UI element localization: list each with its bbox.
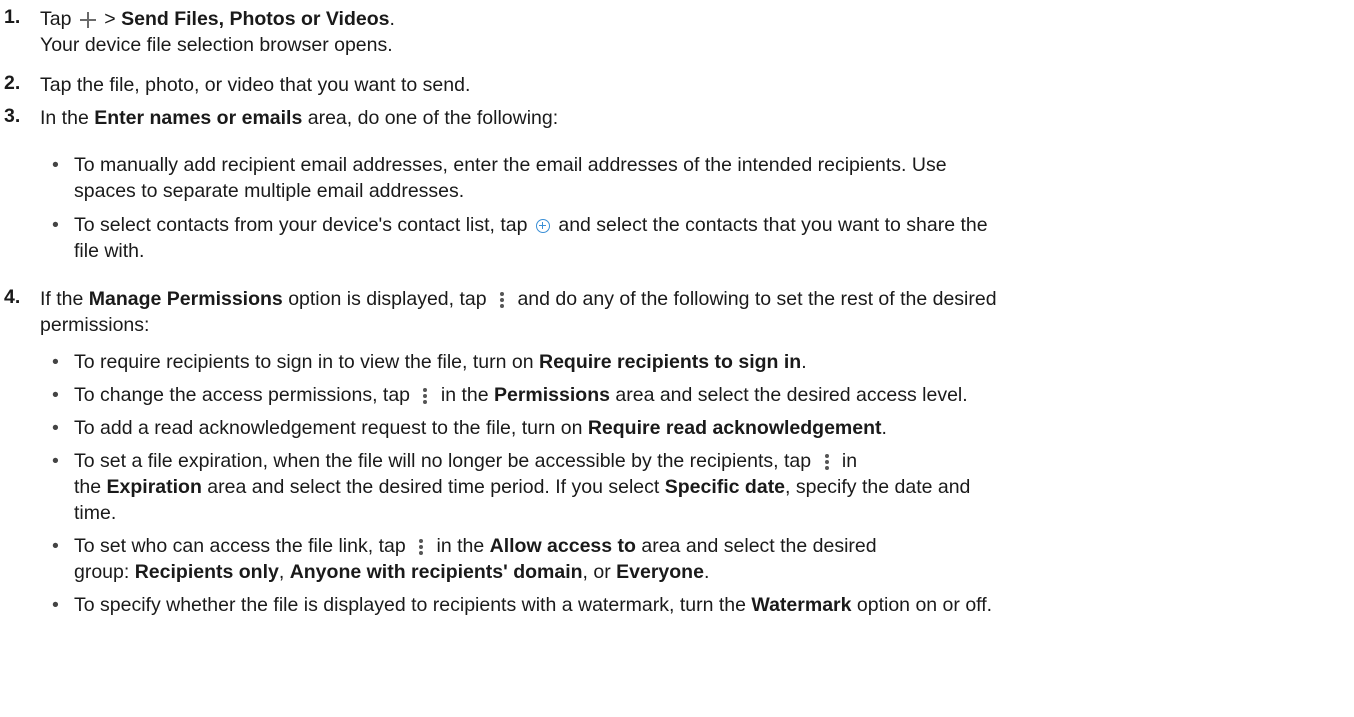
more-vertical-icon [422,387,428,404]
list-item: • To require recipients to sign in to vi… [52,351,807,373]
step-4: 4. If the Manage Permissions option is d… [4,286,997,336]
list-item: • To select contacts from your device's … [52,214,988,262]
step-number: 1. [4,6,21,28]
step-4-options: • To require recipients to sign in to vi… [48,349,992,618]
list-item: • To set who can access the file link, t… [52,535,877,583]
step-1: 1. Tap > Send Files, Photos or Videos. Y… [0,6,395,58]
list-item: • To set a file expiration, when the fil… [52,450,971,524]
step-number: 3. [4,105,21,127]
step-3-text: In the Enter names or emails area, do on… [40,107,559,129]
step-3-options: • To manually add recipient email addres… [48,152,988,264]
step-1-line: Tap > Send Files, Photos or Videos. [40,8,395,30]
list-item: • To change the access permissions, tap … [52,384,968,406]
step-number: 4. [4,286,21,308]
step-1-result: Your device file selection browser opens… [40,34,393,56]
step-2-text: Tap the file, photo, or video that you w… [40,74,471,96]
step-2: 2. Tap the file, photo, or video that yo… [0,72,470,98]
list-item: • To manually add recipient email addres… [52,154,947,202]
more-vertical-icon [418,538,424,555]
more-vertical-icon [499,291,505,308]
step-4-text: If the Manage Permissions option is disp… [40,288,997,310]
list-item: • To specify whether the file is display… [52,594,993,616]
plus-icon [79,11,96,28]
add-circle-icon [535,218,550,233]
more-vertical-icon [824,453,830,470]
step-number: 2. [4,72,21,94]
list-item: • To add a read acknowledgement request … [52,417,887,439]
step-3: 3. In the Enter names or emails area, do… [0,105,558,131]
